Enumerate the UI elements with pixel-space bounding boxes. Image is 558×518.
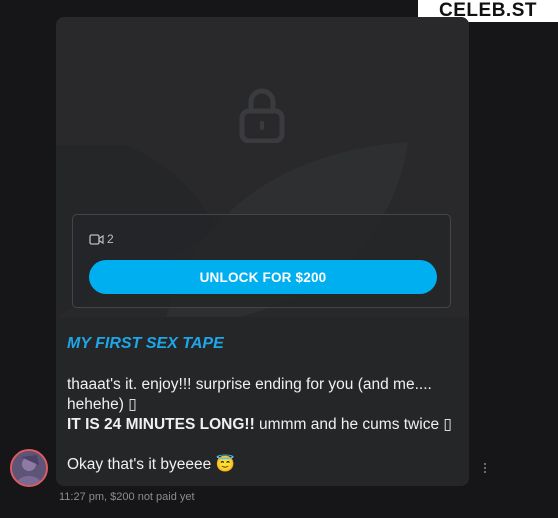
message-time: 11:27 pm,: [59, 491, 108, 503]
message-text: thaaat's it. enjoy!!! surprise ending fo…: [67, 375, 462, 475]
message-card: 2 UNLOCK FOR $200 MY FIRST SEX TAPE thaa…: [56, 17, 469, 486]
message-line: Okay that's it byeeee 😇: [67, 456, 235, 473]
media-count: 2: [89, 232, 114, 246]
message-line: IT IS 24 MINUTES LONG!! ummm and he cums…: [67, 415, 462, 435]
message-line: thaaat's it. enjoy!!! surprise ending fo…: [67, 376, 432, 413]
message-bold-text: IT IS 24 MINUTES LONG!!: [67, 416, 255, 433]
payment-status: $200 not paid yet: [110, 491, 195, 503]
video-icon: [89, 233, 104, 245]
post-title: MY FIRST SEX TAPE: [67, 335, 224, 352]
message-text-tail: ummm and he cums twice ▯: [254, 416, 452, 433]
unlock-panel: 2 UNLOCK FOR $200: [72, 214, 451, 308]
message-meta: 11:27 pm, $200 not paid yet: [59, 491, 195, 503]
lock-icon: [239, 88, 285, 143]
media-count-value: 2: [107, 232, 114, 246]
unlock-button[interactable]: UNLOCK FOR $200: [89, 260, 437, 294]
avatar[interactable]: [10, 449, 48, 487]
avatar-image: [12, 451, 46, 485]
more-options-icon[interactable]: [480, 460, 490, 476]
locked-media-preview: 2 UNLOCK FOR $200: [56, 17, 469, 317]
